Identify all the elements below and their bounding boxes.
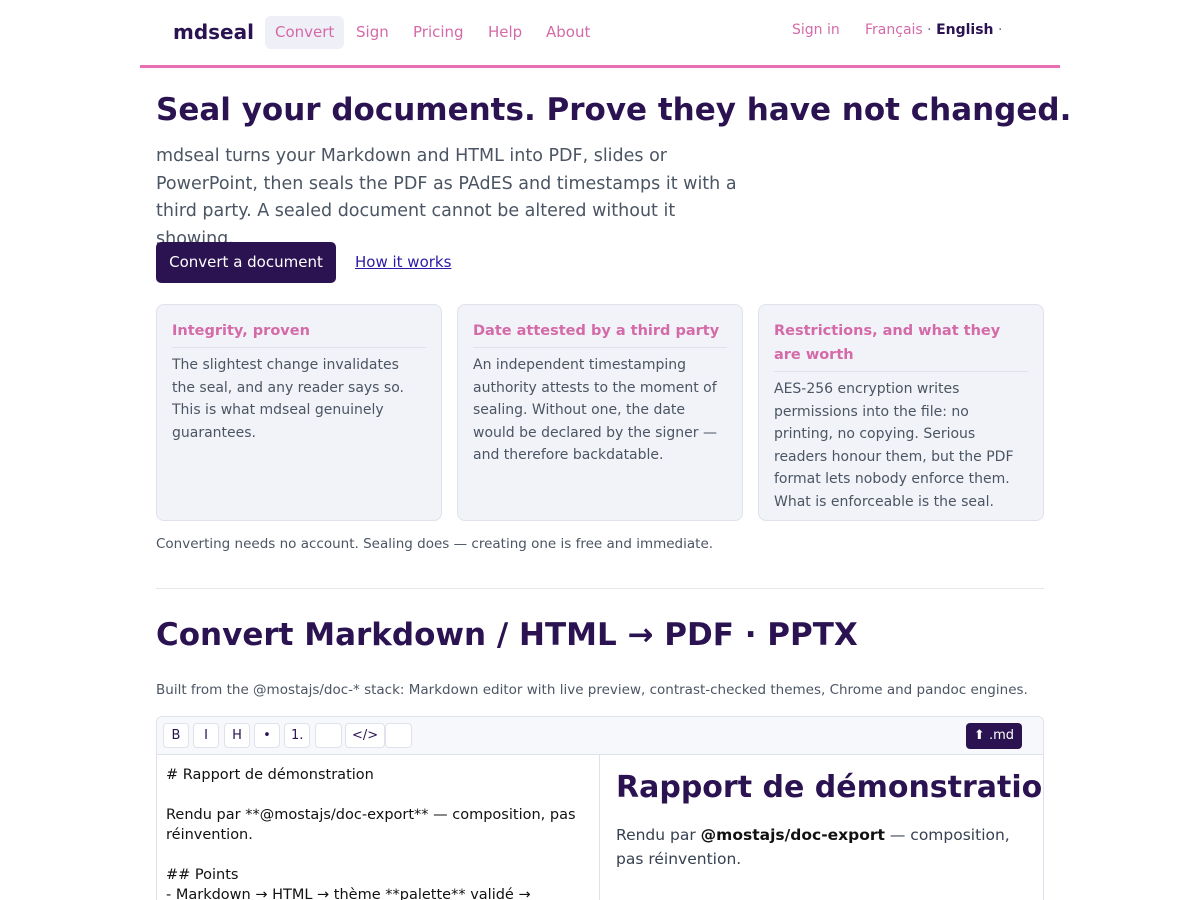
- card-text: The slightest change invalidates the sea…: [172, 357, 404, 441]
- language-switcher: Français · English ·: [865, 22, 1002, 38]
- bold-button[interactable]: B: [163, 723, 189, 748]
- italic-button[interactable]: I: [193, 723, 219, 748]
- lang-fr-link[interactable]: Français: [865, 22, 923, 38]
- source-line: - Markdown → HTML → thème **palette** va…: [166, 887, 531, 900]
- upload-icon: ⬆: [973, 728, 985, 743]
- feature-card-restrictions: Restrictions, and what they are worth AE…: [758, 304, 1044, 521]
- lang-separator: ·: [997, 22, 1003, 38]
- card-title: Integrity, proven: [172, 319, 426, 348]
- preview-text: Rendu par: [616, 826, 701, 844]
- brand-logo[interactable]: mdseal: [173, 20, 254, 44]
- preview-title: Rapport de démonstration: [616, 770, 1044, 805]
- sign-in-link[interactable]: Sign in: [792, 22, 840, 38]
- card-text: AES-256 encryption writes permissions in…: [774, 381, 1014, 510]
- account-note: Converting needs no account. Sealing doe…: [156, 536, 714, 552]
- bullet-list-button[interactable]: •: [254, 723, 280, 748]
- link-button[interactable]: [315, 723, 342, 748]
- feature-card-timestamp: Date attested by a third party An indepe…: [457, 304, 743, 521]
- hero-description: mdseal turns your Markdown and HTML into…: [156, 146, 737, 249]
- source-line: réinvention.: [166, 827, 253, 843]
- convert-section-subtitle: Built from the @mostajs/doc-* stack: Mar…: [156, 682, 1028, 698]
- preview-paragraph: Rendu par @mostajs/doc-export — composit…: [616, 823, 1029, 871]
- nav-about[interactable]: About: [536, 16, 600, 49]
- lang-separator: ·: [927, 22, 932, 38]
- convert-section-title: Convert Markdown / HTML → PDF · PPTX: [156, 617, 858, 653]
- nav-convert[interactable]: Convert: [265, 16, 345, 49]
- nav-help[interactable]: Help: [478, 16, 532, 49]
- nav-pricing[interactable]: Pricing: [403, 16, 474, 49]
- numbered-list-button[interactable]: 1.: [284, 723, 311, 748]
- card-title: Date attested by a third party: [473, 319, 727, 348]
- markdown-editor: B I H • 1. </> ⬆ .md # Rapport de démons…: [156, 716, 1044, 900]
- convert-document-button[interactable]: Convert a document: [156, 242, 336, 283]
- upload-label: .md: [988, 728, 1014, 743]
- image-button[interactable]: [385, 723, 412, 748]
- top-nav: mdseal Convert Sign Pricing Help About S…: [140, 0, 1060, 68]
- card-title: Restrictions, and what they are worth: [774, 319, 1028, 372]
- how-it-works-link[interactable]: How it works: [355, 253, 451, 271]
- lang-en-current[interactable]: English: [936, 22, 993, 38]
- markdown-source-input[interactable]: # Rapport de démonstration Rendu par **@…: [157, 755, 600, 900]
- card-text: An independent timestamping authority at…: [473, 357, 717, 463]
- heading-button[interactable]: H: [224, 723, 250, 748]
- preview-bold-text: @mostajs/doc-export: [700, 826, 885, 844]
- section-divider: [156, 588, 1044, 589]
- editor-toolbar: B I H • 1. </> ⬆ .md: [157, 717, 1043, 755]
- hero-title: Seal your documents. Prove they have not…: [156, 92, 1072, 128]
- code-button[interactable]: </>: [345, 723, 386, 748]
- source-line: ## Points: [166, 867, 239, 883]
- source-line: [166, 845, 590, 865]
- nav-sign[interactable]: Sign: [346, 16, 399, 49]
- feature-card-integrity: Integrity, proven The slightest change i…: [156, 304, 442, 521]
- source-line: [166, 785, 590, 805]
- live-preview: Rapport de démonstration Rendu par @most…: [600, 755, 1044, 900]
- upload-md-button[interactable]: ⬆ .md: [965, 723, 1022, 749]
- source-line: Rendu par **@mostajs/doc-export** — comp…: [166, 807, 576, 823]
- source-line: # Rapport de démonstration: [166, 767, 374, 783]
